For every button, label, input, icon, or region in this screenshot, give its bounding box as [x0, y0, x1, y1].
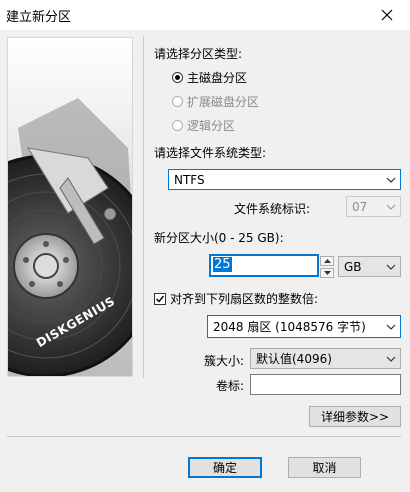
- disk-illustration: DISKGENIUS: [7, 37, 133, 377]
- filesystem-id-value: 07: [352, 199, 368, 214]
- vertical-separator: [143, 36, 144, 378]
- chevron-down-icon: [382, 197, 400, 216]
- close-button[interactable]: [364, 0, 410, 30]
- size-spinner[interactable]: [320, 256, 334, 278]
- radio-logical-partition[interactable]: 逻辑分区: [172, 117, 235, 134]
- chevron-down-icon: [382, 316, 400, 337]
- dialog-body: DISKGENIUS 请选择分区类型: 主磁盘分区 扩展磁盘分区 逻辑分区 请选…: [0, 30, 410, 492]
- size-input[interactable]: 25: [209, 254, 319, 277]
- details-button[interactable]: 详细参数>>: [309, 406, 401, 427]
- align-checkbox-label: 对齐到下列扇区数的整数倍:: [170, 292, 319, 306]
- radio-dot: [172, 96, 183, 107]
- filesystem-type-label: 请选择文件系统类型:: [154, 146, 267, 160]
- cancel-button[interactable]: 取消: [288, 457, 361, 478]
- spin-down-button[interactable]: [320, 268, 334, 278]
- radio-label: 逻辑分区: [187, 119, 236, 133]
- volume-label-label: 卷标:: [216, 379, 245, 393]
- filesystem-value: NTFS: [174, 172, 205, 187]
- cluster-size-value: 默认值(4096): [256, 352, 332, 366]
- ok-button[interactable]: 确定: [188, 457, 262, 478]
- title-bar: 建立新分区: [0, 0, 410, 30]
- size-unit-select[interactable]: GB: [338, 256, 401, 277]
- filesystem-id-label: 文件系统标识:: [234, 202, 311, 216]
- alignment-value: 2048 扇区 (1048576 字节): [213, 320, 366, 334]
- caret-down-icon: [323, 271, 331, 275]
- radio-primary-partition[interactable]: 主磁盘分区: [172, 69, 247, 86]
- size-label: 新分区大小(0 - 25 GB):: [154, 231, 284, 245]
- cluster-size-label: 簇大小:: [204, 354, 245, 368]
- close-icon: [381, 9, 393, 21]
- spin-up-button[interactable]: [320, 256, 334, 266]
- window-title: 建立新分区: [6, 10, 72, 25]
- filesystem-id-select[interactable]: 07: [346, 196, 401, 217]
- radio-dot: [172, 120, 183, 131]
- size-unit-value: GB: [344, 259, 362, 274]
- volume-label-input[interactable]: [250, 374, 401, 395]
- partition-type-label: 请选择分区类型:: [154, 47, 243, 61]
- radio-label: 扩展磁盘分区: [187, 95, 260, 109]
- radio-label: 主磁盘分区: [187, 71, 248, 85]
- chevron-down-icon: [382, 257, 400, 276]
- filesystem-select[interactable]: NTFS: [168, 169, 401, 190]
- alignment-select[interactable]: 2048 扇区 (1048576 字节): [207, 315, 401, 338]
- caret-up-icon: [323, 259, 331, 263]
- align-checkbox[interactable]: 对齐到下列扇区数的整数倍:: [154, 290, 318, 307]
- radio-dot: [172, 72, 183, 83]
- checkmark-icon: [156, 295, 165, 303]
- size-value: 25: [213, 257, 232, 272]
- checkbox-box: [154, 292, 166, 305]
- radio-extended-partition[interactable]: 扩展磁盘分区: [172, 93, 259, 110]
- horizontal-separator: [7, 436, 401, 437]
- cluster-size-select[interactable]: 默认值(4096): [250, 348, 401, 369]
- chevron-down-icon: [382, 349, 400, 368]
- chevron-down-icon: [382, 170, 400, 189]
